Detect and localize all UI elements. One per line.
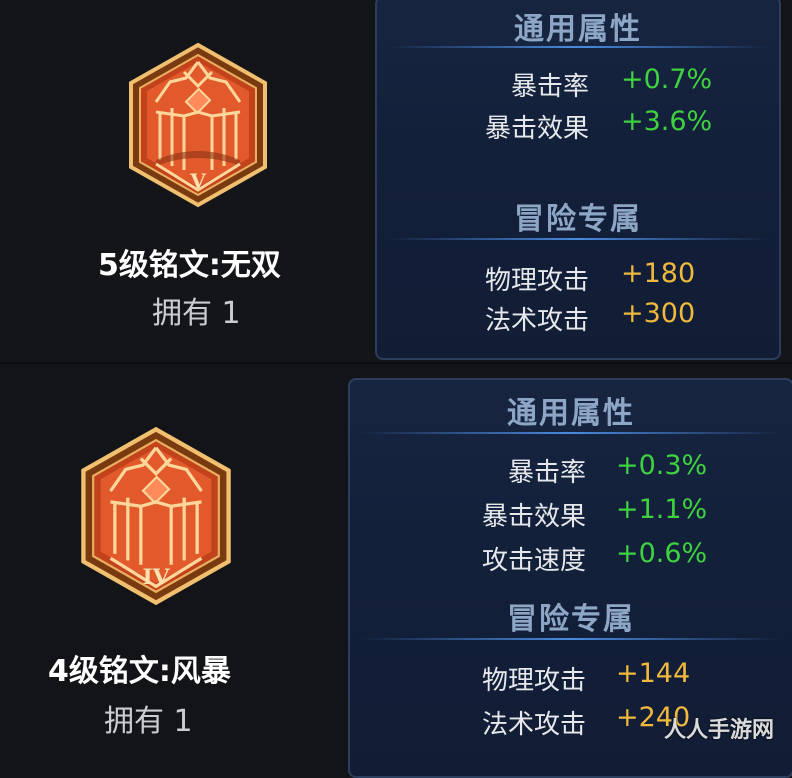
stat-label: 法术攻击 xyxy=(481,710,586,740)
watermark: 人人手游网 xyxy=(663,718,774,743)
section-title-general: 通用属性 xyxy=(507,396,635,431)
stat-value: +180 xyxy=(621,258,696,289)
stat-label: 暴击效果 xyxy=(481,502,586,532)
stat-value: +0.7% xyxy=(621,64,713,95)
stat-label: 暴击效果 xyxy=(484,114,589,144)
stat-label: 法术攻击 xyxy=(484,306,589,336)
rune-name: 5级铭文:无双 xyxy=(98,248,281,283)
stats-panel: 通用属性 暴击率 +0.7% 暴击效果 +3.6% 冒险专属 物理攻击 +180… xyxy=(375,0,781,360)
rune-card-1: V 5级铭文:无双 拥有 1 通用属性 暴击率 +0.7% 暴击效果 +3.6%… xyxy=(0,0,792,364)
section-title-general: 通用属性 xyxy=(514,12,642,47)
rune-name: 4级铭文:风暴 xyxy=(48,654,231,689)
section-divider xyxy=(387,238,769,240)
owned-count: 拥有 1 xyxy=(104,704,193,739)
rune-emblem-icon: V xyxy=(126,42,270,208)
stat-value: +300 xyxy=(621,298,696,329)
section-title-adventure: 冒险专属 xyxy=(507,602,635,637)
stat-value: +0.6% xyxy=(616,538,708,569)
section-divider xyxy=(360,638,782,640)
rune-card-2: IV 4级铭文:风暴 拥有 1 通用属性 暴击率 +0.3% 暴击效果 +1.1… xyxy=(0,364,792,778)
owned-count: 拥有 1 xyxy=(152,296,241,331)
svg-text:V: V xyxy=(189,169,206,193)
stat-label: 物理攻击 xyxy=(484,266,589,296)
stat-value: +144 xyxy=(616,658,691,689)
stat-label: 暴击率 xyxy=(507,458,586,488)
stat-label: 攻击速度 xyxy=(481,546,586,576)
section-divider xyxy=(360,432,782,434)
stat-value: +3.6% xyxy=(621,106,713,137)
stat-label: 暴击率 xyxy=(510,72,589,102)
stat-label: 物理攻击 xyxy=(481,666,586,696)
rune-emblem-icon: IV xyxy=(78,426,234,606)
svg-text:IV: IV xyxy=(143,565,171,590)
section-title-adventure: 冒险专属 xyxy=(514,202,642,237)
section-divider xyxy=(387,46,769,48)
stat-value: +1.1% xyxy=(616,494,708,525)
stat-value: +0.3% xyxy=(616,450,708,481)
